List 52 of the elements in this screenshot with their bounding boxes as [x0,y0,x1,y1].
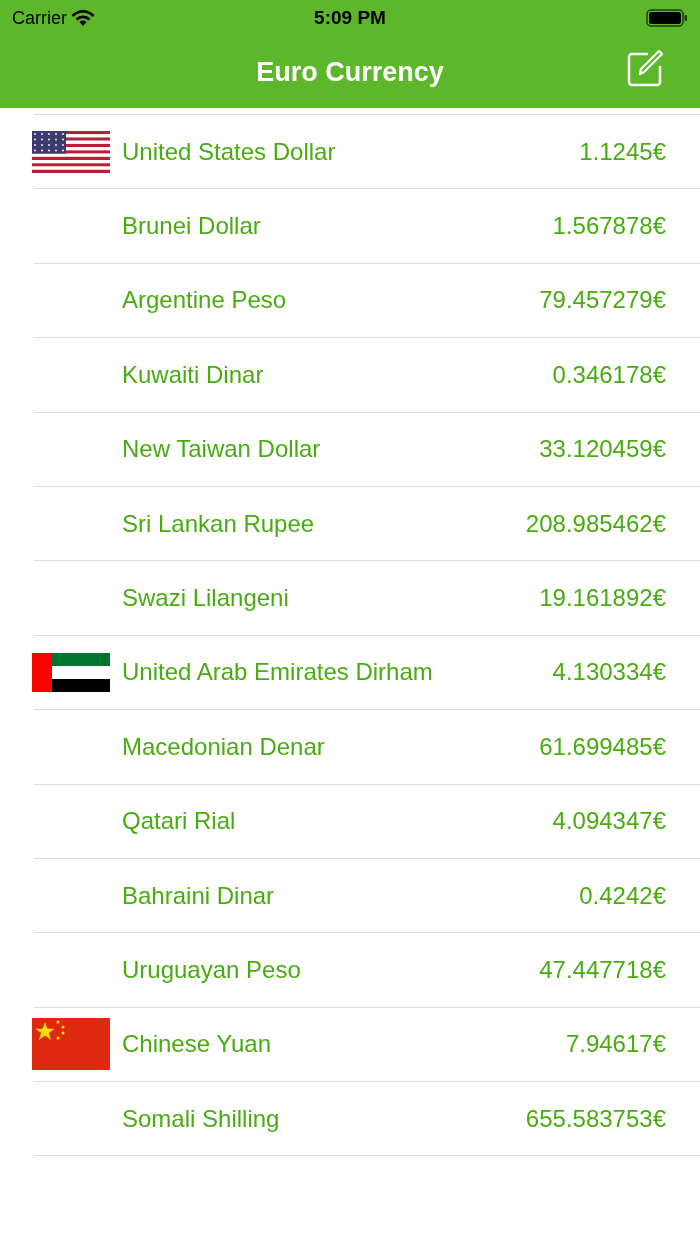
battery-icon [646,8,688,28]
flag-icon [32,130,110,173]
flag-icon [32,652,110,692]
currency-name: Uruguayan Peso [122,955,301,985]
currency-rate: 33.120459€ [539,434,666,465]
currency-name: Chinese Yuan [122,1029,271,1060]
currency-rate: 7.94617€ [565,1029,666,1060]
currency-row[interactable]: Sri Lankan Rupee 208.985462€ [34,486,700,562]
carrier-label: Carrier [12,6,67,30]
currency-row[interactable]: Chinese Yuan 7.94617€ [34,1007,700,1083]
currency-row[interactable]: Brunei Dollar 1.567878€ [34,189,700,264]
currency-row[interactable]: Uruguayan Peso 47.447718€ [34,933,700,1008]
currency-row[interactable]: Macedonian Denar 61.699485€ [34,710,700,785]
currency-row[interactable]: Swazi Lilangeni 19.161892€ [34,561,700,636]
wifi-icon [71,9,95,27]
currency-rate: 655.583753€ [525,1103,666,1134]
currency-row[interactable]: New Taiwan Dollar 33.120459€ [34,412,700,487]
currency-name: Swazi Lilangeni [122,583,289,614]
currency-name: Macedonian Denar [122,731,325,762]
currency-row[interactable]: Bahraini Dinar 0.4242€ [34,858,700,934]
currency-rate: 79.457279€ [539,285,666,316]
currency-rate: 1.567878€ [552,211,666,242]
currency-name: United Arab Emirates Dirham [122,657,433,688]
currency-rate: 19.161892€ [539,583,666,614]
currency-rate: 4.094347€ [552,806,666,837]
currency-row[interactable]: Qatari Rial 4.094347€ [34,784,700,859]
currency-name: United States Dollar [122,136,336,167]
currency-rate: 47.447718€ [539,955,666,985]
currency-rate: 4.130334€ [552,657,666,688]
currency-name: Somali Shilling [122,1103,280,1134]
currency-row[interactable]: United States Dollar 1.1245€ [34,115,700,190]
currency-rate: 1.1245€ [579,136,666,167]
edit-button[interactable] [626,50,664,88]
currency-rate: 0.4242€ [579,880,666,911]
currency-name: Brunei Dollar [122,211,261,242]
currency-rate: 208.985462€ [525,508,666,539]
currency-name: Bahraini Dinar [122,880,275,911]
currency-rate: 0.346178€ [552,359,666,390]
currency-row[interactable]: Somali Shilling 655.583753€ [34,1082,700,1157]
currency-row[interactable]: United Arab Emirates Dirham 4.130334€ [34,635,700,711]
navigation-title: Euro Currency [256,55,444,89]
currency-rate: 61.699485€ [539,731,666,762]
currency-name: Sri Lankan Rupee [122,508,315,539]
status-time: 5:09 PM [314,5,386,30]
compose-icon [626,50,664,88]
currency-row[interactable]: Kuwaiti Dinar 0.346178€ [34,338,700,413]
currency-row[interactable]: Argentine Peso 79.457279€ [34,263,700,339]
currency-name: Qatari Rial [122,806,236,837]
currency-name: New Taiwan Dollar [122,434,321,465]
currency-name: Argentine Peso [122,285,287,316]
flag-icon [32,1018,110,1071]
currency-name: Kuwaiti Dinar [122,359,264,390]
